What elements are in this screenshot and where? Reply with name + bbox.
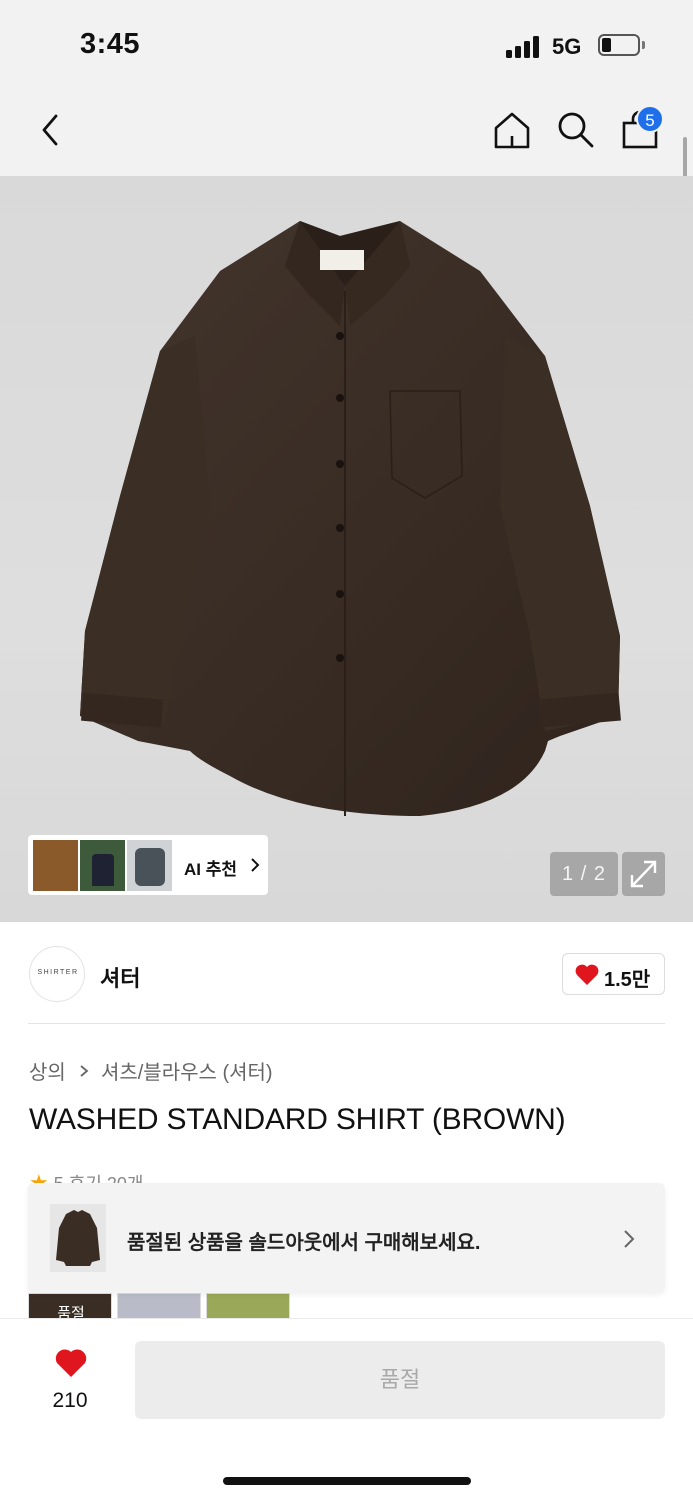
shirt-illustration	[80, 221, 621, 816]
expand-button[interactable]	[622, 852, 665, 896]
cart-count-badge: 5	[636, 105, 664, 133]
color-option-gray[interactable]	[117, 1293, 201, 1318]
soldout-promo-banner[interactable]: 품절된 상품을 솔드아웃에서 구매해보세요.	[28, 1183, 665, 1293]
brand-logo[interactable]: SHIRTER	[29, 946, 85, 1002]
expand-icon	[630, 860, 657, 888]
chevron-right-icon	[80, 1064, 89, 1077]
chevron-right-icon	[624, 1230, 635, 1248]
product-image[interactable]	[0, 176, 693, 922]
status-bar: 3:45 5G	[0, 0, 693, 92]
brand-logo-text: SHIRTER	[37, 969, 79, 976]
color-option-green[interactable]	[206, 1293, 290, 1318]
brand-row: SHIRTER 셔터 1.5만	[0, 930, 693, 1020]
status-time: 3:45	[80, 28, 141, 60]
sold-out-label: 품절	[57, 1305, 85, 1318]
product-title: WASHED STANDARD SHIRT (BROWN)	[29, 1103, 566, 1136]
ai-thumb-1	[33, 840, 78, 891]
brand-like-count: 1.5만	[604, 969, 651, 991]
breadcrumb-subcategory[interactable]: 셔츠/블라우스 (셔터)	[101, 1056, 273, 1085]
like-count: 210	[52, 1389, 88, 1412]
shirt-thumbnail	[56, 1210, 100, 1266]
ai-thumb-2	[80, 840, 125, 891]
brand-name[interactable]: 셔터	[100, 961, 140, 993]
brand-like-button[interactable]: 1.5만	[562, 953, 665, 995]
network-label: 5G	[552, 34, 582, 59]
soldout-button[interactable]: 품절	[135, 1341, 665, 1419]
banner-message: 품절된 상품을 솔드아웃에서 구매해보세요.	[127, 1232, 481, 1254]
heart-icon	[575, 964, 599, 985]
battery-icon	[598, 34, 640, 56]
breadcrumb: 상의 셔츠/블라우스 (셔터)	[29, 1056, 273, 1085]
battery-tip	[642, 41, 645, 49]
image-page-indicator: 1 / 2	[550, 852, 618, 896]
ai-recommend-label: AI 추천	[184, 860, 238, 879]
like-heart-icon[interactable]	[53, 1347, 89, 1379]
divider	[28, 1023, 665, 1024]
search-icon[interactable]	[556, 110, 596, 150]
breadcrumb-category[interactable]: 상의	[29, 1056, 66, 1085]
home-icon[interactable]	[492, 110, 532, 150]
color-option-brown[interactable]: 품절	[28, 1293, 112, 1318]
banner-thumbnail	[50, 1204, 106, 1272]
back-arrow-icon[interactable]	[36, 112, 64, 148]
bottom-action-bar: 210 품절	[0, 1318, 693, 1500]
signal-icon	[506, 36, 544, 58]
chevron-right-icon	[251, 858, 260, 872]
ai-thumb-3	[127, 840, 172, 891]
color-options: 품절	[28, 1293, 308, 1318]
home-indicator[interactable]	[223, 1477, 471, 1485]
ai-recommend-button[interactable]: AI 추천	[28, 835, 268, 895]
